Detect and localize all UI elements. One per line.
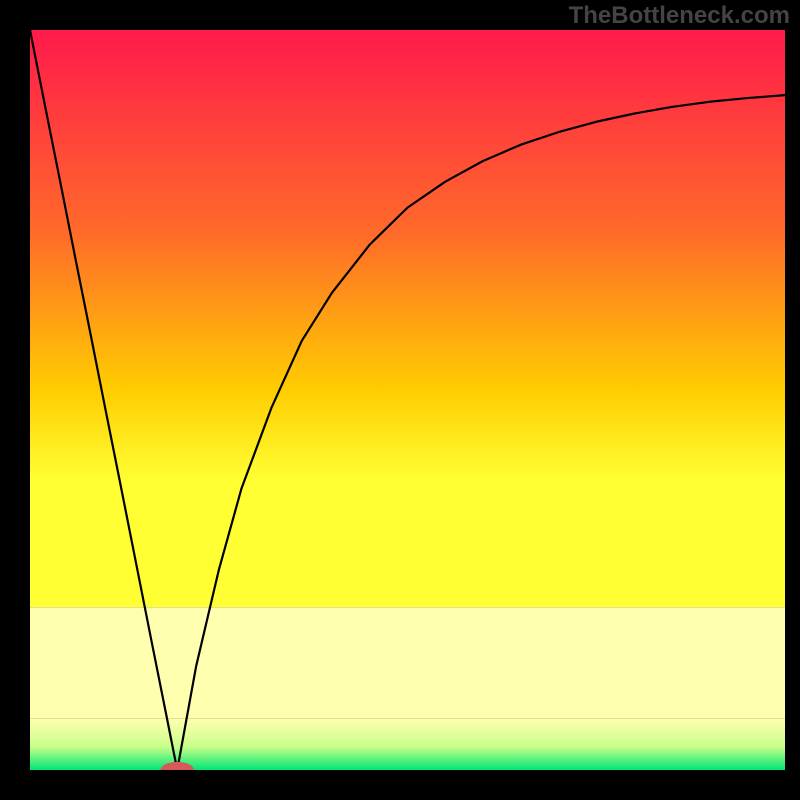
chart-frame: TheBottleneck.com [0,0,800,800]
green-band [30,718,785,770]
plot-area [30,30,785,770]
heat-gradient [30,30,785,607]
soft-yellow-band [30,607,785,718]
plot-svg [30,30,785,770]
watermark-label: TheBottleneck.com [569,2,790,30]
